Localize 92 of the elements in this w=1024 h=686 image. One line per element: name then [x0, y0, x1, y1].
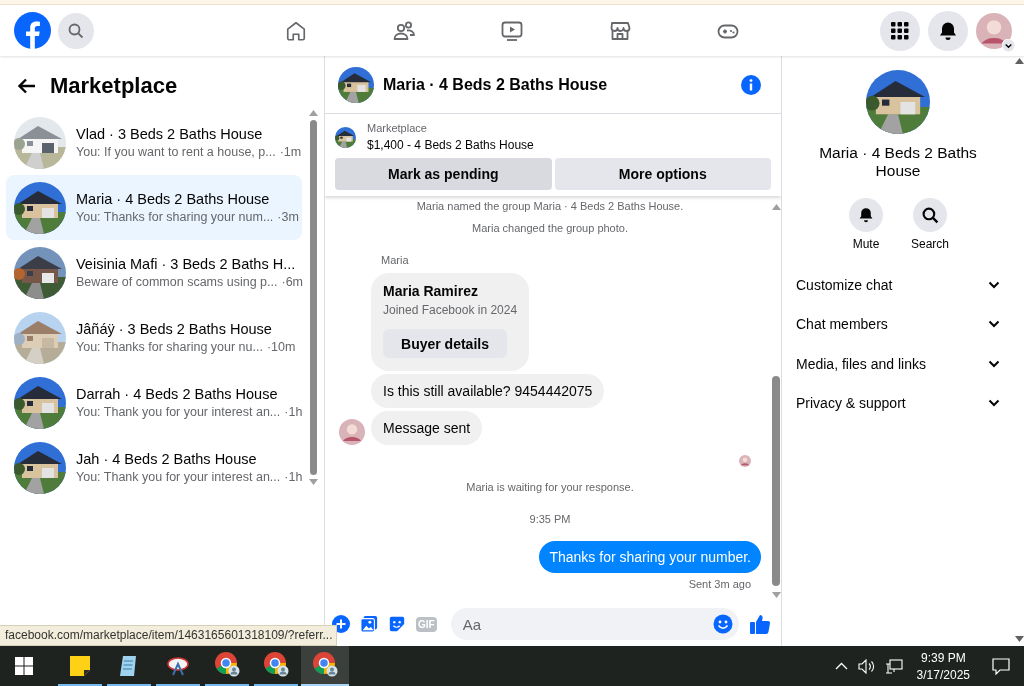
- message-bubble: Message sent: [371, 411, 483, 445]
- sent-status: Sent 3m ago: [688, 578, 751, 590]
- section-label: Media, files and links: [796, 355, 926, 372]
- chat-title: Maria · 4 Beds 2 Baths House: [383, 75, 609, 94]
- bell-icon: [938, 20, 958, 41]
- message-preview: You: Thank you for your interest an...: [76, 405, 281, 419]
- browser-icon: [214, 651, 240, 677]
- event-text: Maria is waiting for your response.: [466, 481, 634, 493]
- network-icon[interactable]: [884, 658, 903, 674]
- seen-avatar: [739, 455, 751, 467]
- conversation-item[interactable]: Maria · 4 Beds 2 Baths House You: Thanks for sharing your num... ·3m: [6, 175, 302, 240]
- buyer-name: Maria Ramirez: [383, 283, 479, 299]
- taskbar-app-button[interactable]: [301, 646, 349, 686]
- message-bubble: Is this still available? 9454442075: [371, 374, 605, 408]
- listing-title[interactable]: $1,400 - 4 Beds 2 Baths House: [367, 138, 534, 152]
- conversation-title: Veisinia Mafi · 3 Beds 2 Baths H...: [76, 256, 294, 272]
- time-ago: ·10m: [266, 340, 296, 354]
- conversation-item[interactable]: Vlad · 3 Beds 2 Baths House You: If you want to rent a house, p... ·1m: [6, 110, 302, 175]
- joined-text: Joined Facebook in 2024: [383, 303, 518, 317]
- event-text: Maria changed the group photo.: [472, 222, 628, 234]
- conversation-title: Vlad · 3 Beds 2 Baths House: [76, 126, 264, 142]
- notification-icon[interactable]: [992, 657, 1010, 675]
- page-title: Marketplace: [50, 73, 178, 99]
- conversation-item[interactable]: Veisinia Mafi · 3 Beds 2 Baths H... Beware of common scams using p... ·6m: [6, 240, 302, 305]
- sender-name: Maria: [381, 254, 410, 266]
- event-text: Maria named the group Maria · 4 Beds 2 Baths House.: [416, 200, 684, 212]
- section-row[interactable]: Privacy & support: [796, 383, 1000, 423]
- scroll-up-icon[interactable]: [1014, 58, 1024, 64]
- profile-avatar[interactable]: [976, 12, 1012, 49]
- back-arrow-icon[interactable]: [18, 78, 36, 94]
- thumbs-up-icon[interactable]: [749, 613, 771, 635]
- section-label: Customize chat: [796, 276, 893, 293]
- scroll-down-icon[interactable]: [1014, 636, 1024, 642]
- action-button[interactable]: Mark as pending: [335, 158, 552, 190]
- timestamp: 9:35 PM: [528, 513, 572, 525]
- conversation-title: Jah · 4 Beds 2 Baths House: [76, 451, 258, 467]
- browser-icon: [263, 651, 289, 677]
- emoji-icon[interactable]: [713, 614, 733, 634]
- sticker-icon[interactable]: [388, 615, 406, 633]
- section-row[interactable]: Chat members: [796, 304, 1000, 344]
- link-url: facebook.com/marketplace/item/1463165601318109/?referr...: [5, 628, 333, 642]
- time-ago: ·1h: [284, 405, 303, 419]
- section-row[interactable]: Customize chat: [796, 265, 1000, 305]
- time-ago: ·6m: [281, 275, 303, 289]
- bell-icon: [858, 207, 874, 223]
- search-icon: [68, 22, 84, 39]
- section-label: Privacy & support: [796, 395, 906, 412]
- clock-date[interactable]: 3/17/2025: [916, 667, 970, 682]
- scroll-down-icon[interactable]: [308, 479, 318, 485]
- gallery-icon[interactable]: [360, 615, 378, 633]
- menu-button[interactable]: [880, 10, 920, 51]
- message-preview: You: Thank you for your interest an...: [76, 470, 281, 484]
- search-icon: [921, 206, 939, 224]
- time-ago: ·3m: [277, 210, 299, 224]
- time-ago: ·1h: [284, 470, 303, 484]
- conversation-title: Maria · 4 Beds 2 Baths House: [818, 144, 978, 180]
- section-label: Chat members: [796, 316, 888, 333]
- time-ago: ·1m: [279, 145, 302, 159]
- conversation-title: Jâñáÿ · 3 Beds 2 Baths House: [76, 321, 273, 337]
- notifications-button[interactable]: [928, 10, 968, 51]
- scroll-up-icon[interactable]: [308, 110, 318, 116]
- windows-logo-icon: [15, 657, 33, 675]
- clock-time[interactable]: 9:39 PM: [920, 650, 966, 665]
- conversation-item[interactable]: Jâñáÿ · 3 Beds 2 Baths House You: Thanks for sharing your nu... ·10m: [6, 305, 302, 370]
- scroll-down-icon[interactable]: [771, 592, 781, 598]
- message-preview: You: Thanks for sharing your nu...: [76, 340, 263, 354]
- avatar: [976, 12, 1012, 49]
- search-button[interactable]: [58, 12, 94, 49]
- message-bubble: Thanks for sharing your number.: [539, 541, 761, 573]
- listing-label: Marketplace: [367, 122, 428, 134]
- conversation-title: Maria · 4 Beds 2 Baths House: [76, 191, 271, 207]
- speaker-icon[interactable]: [857, 658, 875, 674]
- conversation-item[interactable]: Darrah · 4 Beds 2 Baths House You: Thank you for your interest an... ·1h: [6, 370, 302, 435]
- buyer-details-button[interactable]: Buyer details: [383, 329, 507, 358]
- scrollbar-thumb[interactable]: [772, 376, 780, 586]
- scrollbar-thumb[interactable]: [309, 120, 317, 475]
- chevron-up-icon[interactable]: [834, 662, 848, 670]
- conversation-title: Darrah · 4 Beds 2 Baths House: [76, 386, 279, 402]
- scroll-up-icon[interactable]: [771, 204, 781, 210]
- message-preview: You: Thanks for sharing your num...: [76, 210, 274, 224]
- message-preview: You: If you want to rent a house, p...: [76, 145, 276, 159]
- conversation-item[interactable]: Jah · 4 Beds 2 Baths House You: Thank you for your interest an... ·1h: [6, 435, 302, 500]
- grid-icon: [891, 21, 909, 40]
- facebook-logo[interactable]: [14, 12, 51, 49]
- action-button[interactable]: More options: [554, 158, 771, 190]
- sticky-note-icon: [69, 655, 91, 677]
- info-icon[interactable]: [741, 74, 761, 95]
- message-field[interactable]: Aa: [450, 608, 739, 640]
- browser-icon: [312, 651, 338, 677]
- chevron-icon: [1002, 38, 1015, 52]
- section-row[interactable]: Media, files and links: [796, 344, 1000, 384]
- message-preview: Beware of common scams using p...: [76, 275, 278, 289]
